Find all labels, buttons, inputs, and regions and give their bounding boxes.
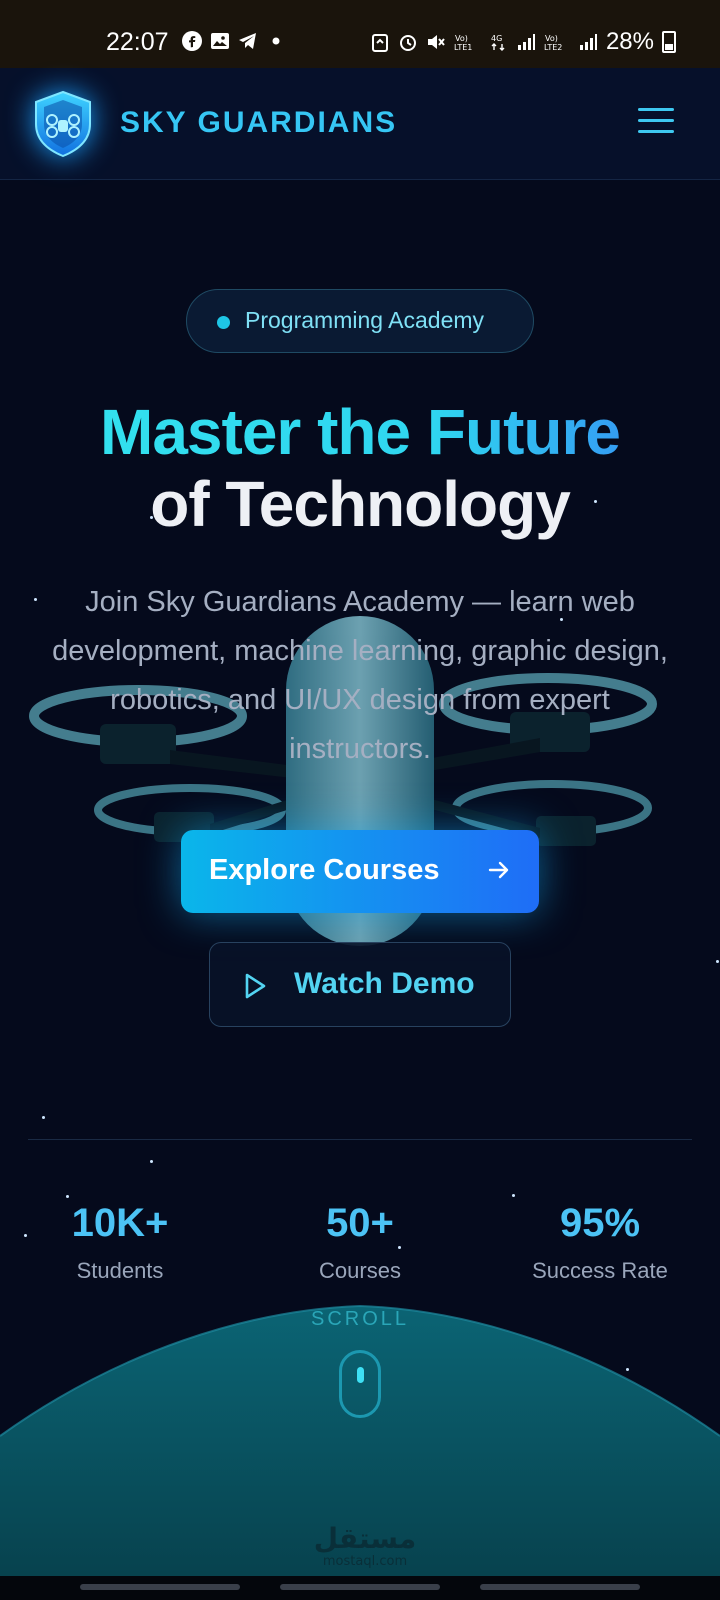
- watch-demo-label: Watch Demo: [294, 967, 475, 1000]
- system-navigation-bar: [0, 1576, 720, 1600]
- svg-text:Vo): Vo): [455, 34, 468, 43]
- nav-recent-handle[interactable]: [80, 1584, 240, 1590]
- stat-courses: 50+ Courses: [250, 1200, 470, 1284]
- shield-drone-icon[interactable]: [32, 90, 94, 158]
- brand-name[interactable]: SKY GUARDIANS: [120, 106, 397, 140]
- star: [512, 1194, 515, 1197]
- mouse-scroll-icon[interactable]: [339, 1350, 381, 1418]
- stat-value: 50+: [326, 1201, 394, 1245]
- status-left-icons: [182, 31, 286, 51]
- stat-value: 10K+: [71, 1201, 169, 1245]
- svg-text:4G: 4G: [491, 34, 502, 43]
- badge-dot: [217, 316, 230, 329]
- status-bar: 22:07 Vo) LTE1 4G Vo) LTE2 28%: [0, 0, 720, 68]
- scroll-label: SCROLL: [310, 1308, 410, 1330]
- programming-academy-badge: Programming Academy: [186, 289, 534, 353]
- hero-description: Join Sky Guardians Academy — learn web d…: [52, 586, 668, 765]
- menu-line: [638, 119, 674, 122]
- nav-back-handle[interactable]: [480, 1584, 640, 1590]
- svg-text:Vo): Vo): [545, 34, 558, 43]
- stats-divider: [28, 1139, 692, 1140]
- telegram-icon: [239, 33, 256, 49]
- dot-icon: [272, 37, 280, 45]
- play-icon: [245, 973, 266, 999]
- star: [150, 1160, 153, 1163]
- menu-line: [638, 130, 674, 133]
- facebook-icon: [182, 31, 202, 51]
- battery-icon: [662, 31, 676, 53]
- svg-text:LTE2: LTE2: [544, 43, 562, 52]
- recycle-icon: [371, 34, 388, 52]
- volte-lte2-icon: Vo)LTE2: [544, 34, 562, 52]
- 4g-icon: 4G: [491, 34, 505, 51]
- star: [42, 1116, 45, 1119]
- menu-line: [638, 108, 674, 111]
- star: [716, 960, 719, 963]
- star: [66, 1195, 69, 1198]
- hero-title: Master the Future of Technology: [0, 396, 720, 540]
- stat-label: Success Rate: [532, 1258, 668, 1283]
- stat-success-rate: 95% Success Rate: [490, 1200, 710, 1284]
- status-right-icons: Vo) LTE1 4G Vo) LTE2 28%: [370, 28, 676, 56]
- badge-label: Programming Academy: [245, 307, 485, 333]
- signal-icon: [579, 34, 597, 50]
- stat-value: 95%: [559, 1201, 641, 1245]
- battery-percent: 28%: [605, 28, 654, 55]
- stat-students: 10K+ Students: [10, 1200, 230, 1284]
- stat-label: Students: [76, 1258, 164, 1283]
- arrow-right-icon: [488, 861, 509, 879]
- mostaql-watermark: مستقل mostaql.com: [300, 1522, 430, 1570]
- hero-title-line1: Master the Future: [0, 396, 720, 468]
- nav-home-handle[interactable]: [280, 1584, 440, 1590]
- watermark-arabic: مستقل: [313, 1522, 417, 1555]
- signal-icon: [517, 34, 535, 50]
- explore-courses-label: Explore Courses: [209, 854, 440, 886]
- mute-icon: [427, 35, 445, 49]
- hero-title-line2: of Technology: [150, 468, 571, 540]
- alarm-icon: [399, 35, 416, 51]
- status-time: 22:07: [106, 28, 169, 56]
- hamburger-menu-icon[interactable]: [638, 108, 674, 138]
- svg-text:LTE1: LTE1: [454, 43, 472, 52]
- gallery-icon: [211, 33, 229, 49]
- navbar: SKY GUARDIANS: [0, 68, 720, 180]
- explore-courses-button[interactable]: Explore Courses: [181, 830, 539, 913]
- watermark-latin: mostaql.com: [322, 1554, 408, 1569]
- watch-demo-button[interactable]: Watch Demo: [209, 942, 511, 1027]
- volte-lte1-icon: Vo)LTE1: [454, 34, 472, 52]
- stat-label: Courses: [319, 1258, 401, 1283]
